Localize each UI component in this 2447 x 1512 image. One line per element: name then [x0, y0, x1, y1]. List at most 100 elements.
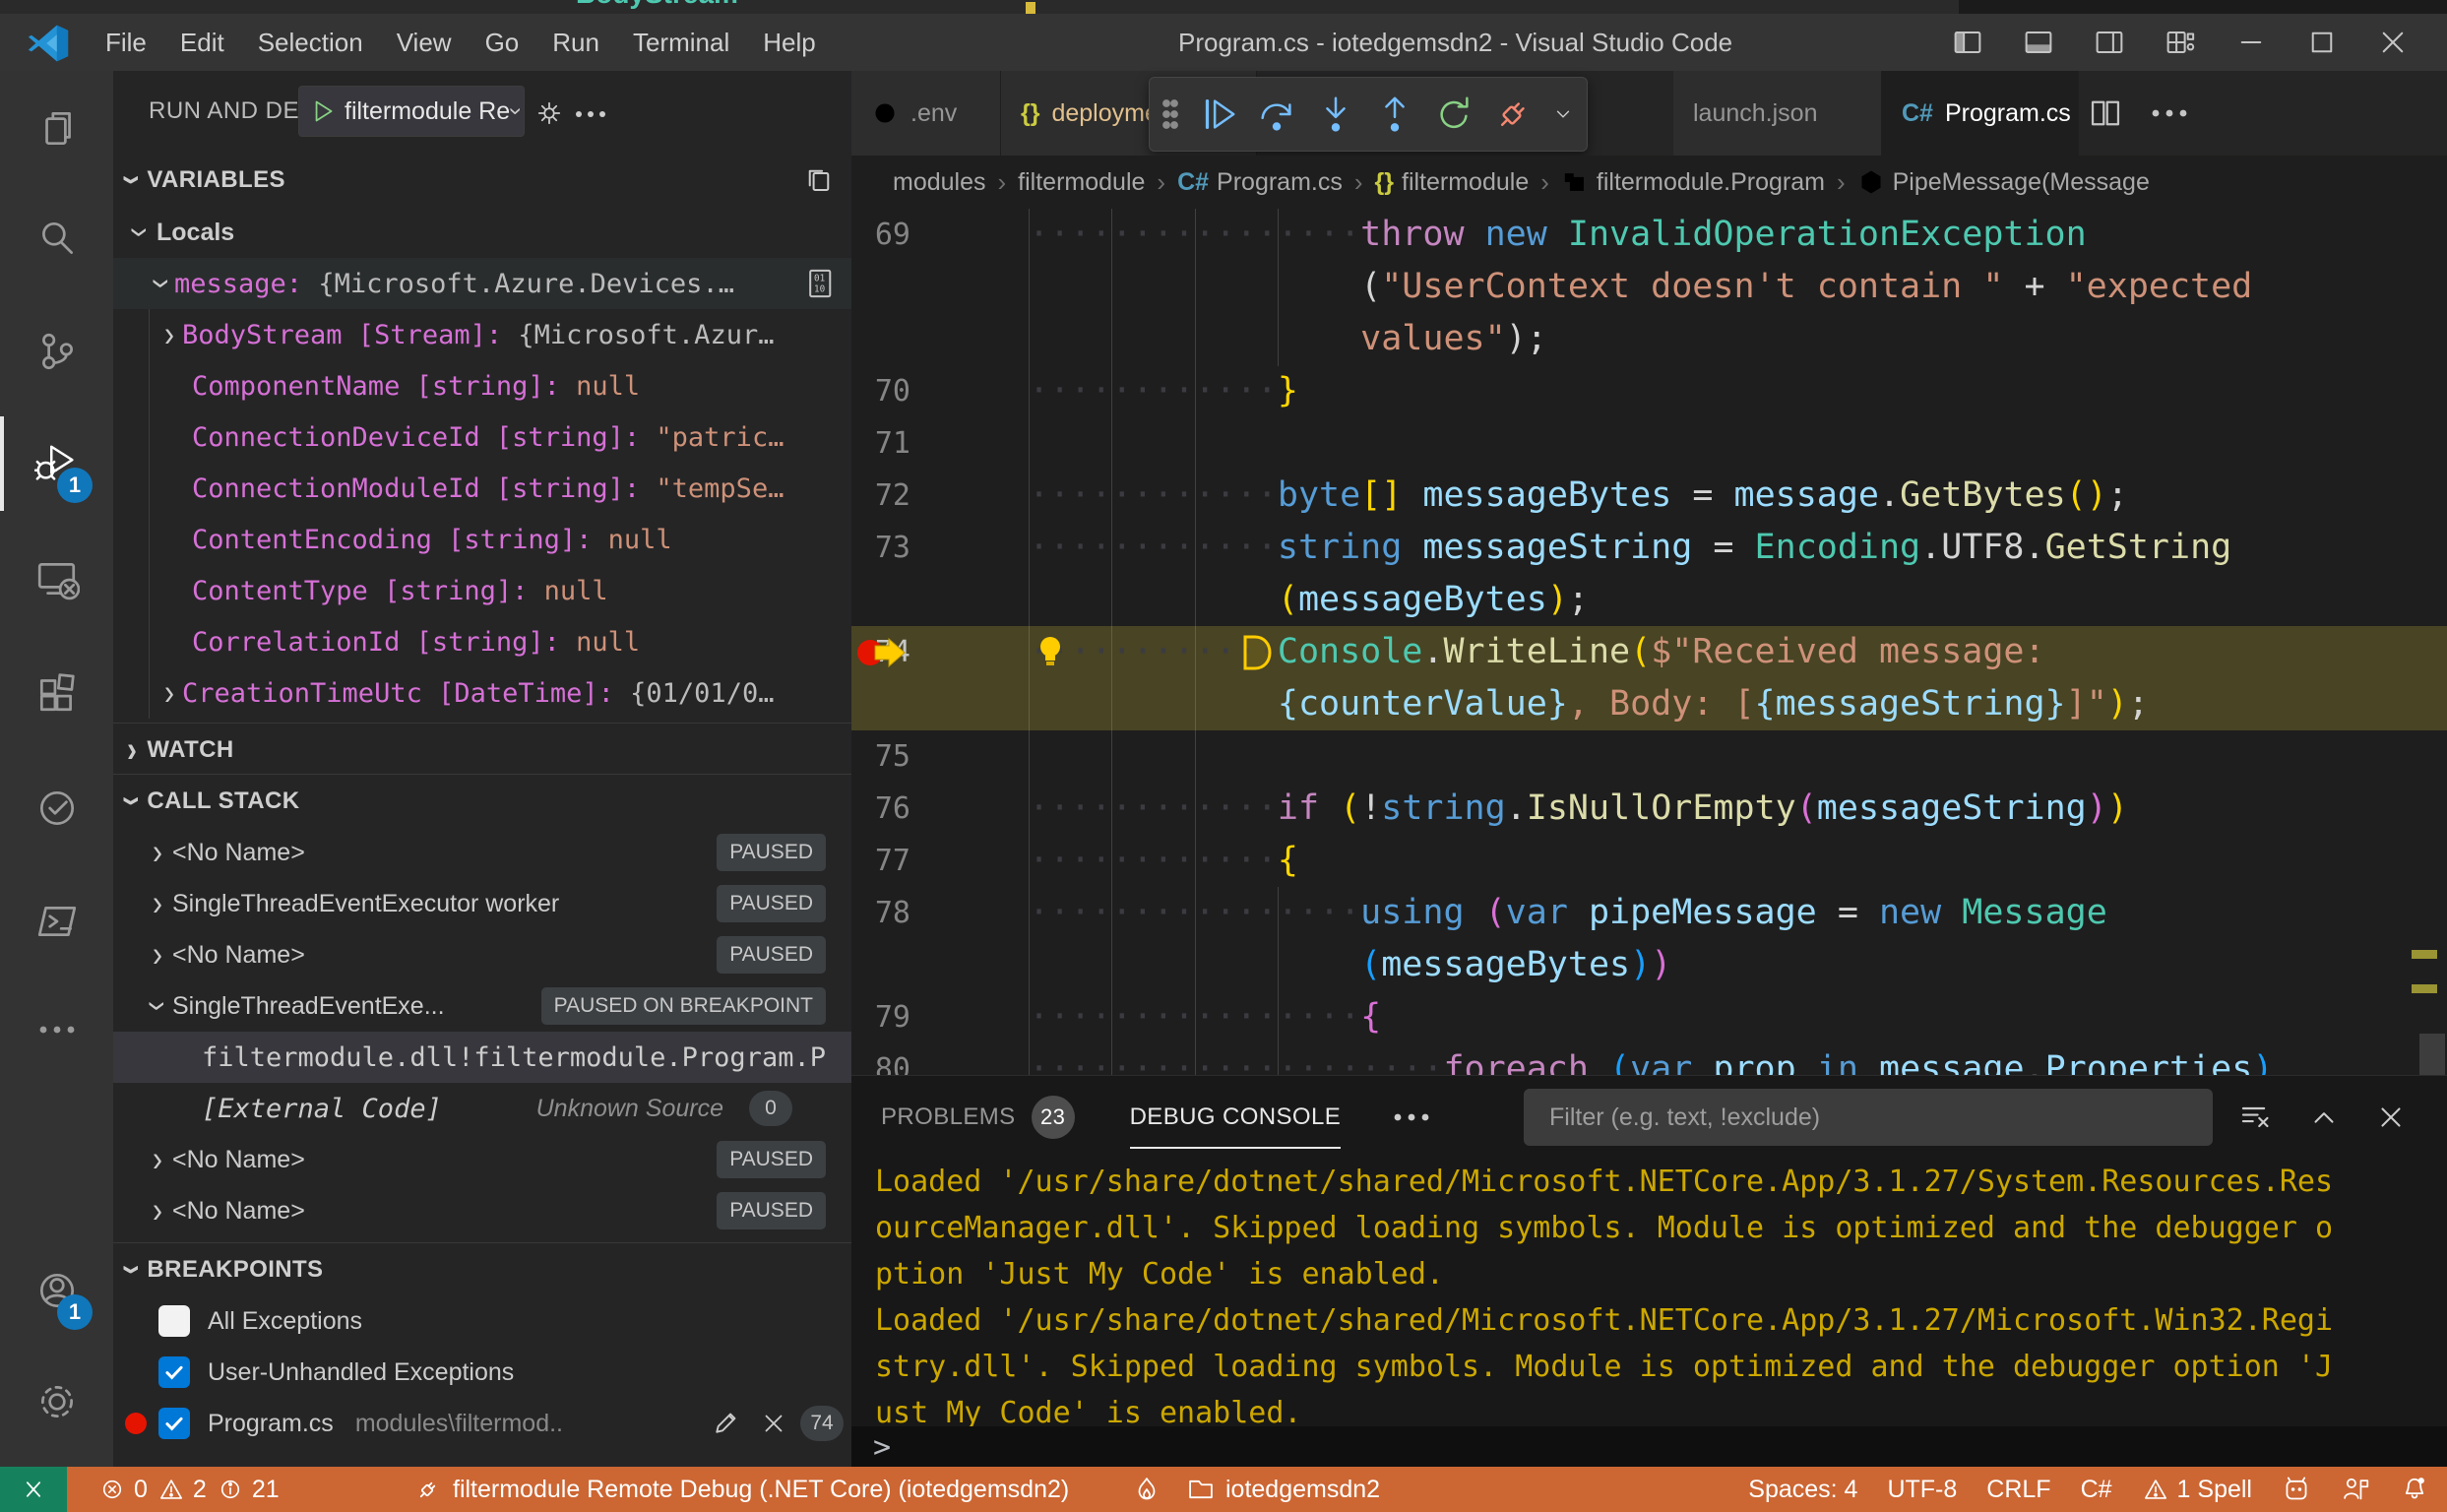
- breadcrumb-item[interactable]: filtermodule.Program: [1561, 168, 1825, 197]
- breadcrumb-item[interactable]: PipeMessage(Message: [1857, 168, 2150, 197]
- variable-row[interactable]: ›CreationTimeUtc [DateTime]: {01/01/0…: [113, 667, 851, 719]
- callstack-frame[interactable]: ›<No Name>PAUSED: [113, 929, 851, 980]
- split-editor-icon[interactable]: [2087, 94, 2124, 132]
- activitybar-settings-gear[interactable]: [0, 1353, 113, 1451]
- status-spaces-4[interactable]: Spaces: 4: [1748, 1476, 1857, 1504]
- status-spell-checker[interactable]: 1 Spell: [2142, 1476, 2252, 1504]
- step-out-button[interactable]: [1374, 94, 1415, 135]
- menu-selection[interactable]: Selection: [241, 14, 380, 71]
- toggle-sidebar-button[interactable]: [1937, 14, 1998, 71]
- remote-indicator[interactable]: [0, 1467, 67, 1512]
- activitybar-accounts[interactable]: 1: [0, 1241, 113, 1340]
- debug-options-chevron[interactable]: [1551, 102, 1575, 126]
- status-crlf[interactable]: CRLF: [1986, 1476, 2050, 1504]
- flame-status[interactable]: [1132, 1467, 1161, 1512]
- breakpoint-checkbox[interactable]: [158, 1356, 190, 1388]
- step-into-button[interactable]: [1315, 94, 1356, 135]
- launch-config-dropdown[interactable]: filtermodule Re ›: [298, 86, 525, 137]
- close-panel-icon[interactable]: [2374, 1101, 2408, 1134]
- activitybar-source-control[interactable]: [0, 302, 113, 401]
- section-call-stack[interactable]: ›CALL STACK: [113, 774, 851, 827]
- variables-scope-row[interactable]: ›Locals: [113, 207, 851, 258]
- callstack-frame[interactable]: ›SingleThreadEventExe...PAUSED ON BREAKP…: [113, 980, 851, 1032]
- customize-layout-button[interactable]: [2150, 14, 2211, 71]
- restart-button[interactable]: [1433, 94, 1474, 135]
- callstack-frame[interactable]: ›SingleThreadEventExecutor workerPAUSED: [113, 878, 851, 929]
- section-breakpoints[interactable]: ›BREAKPOINTS: [113, 1242, 851, 1295]
- variable-row[interactable]: ContentEncoding [string]: null: [113, 514, 851, 565]
- variable-row[interactable]: ›BodyStream [Stream]: {Microsoft.Azur…: [113, 309, 851, 360]
- breadcrumb[interactable]: modules›filtermodule›C#Program.cs›{}filt…: [851, 156, 2447, 209]
- section-variables[interactable]: ›VARIABLES: [113, 154, 851, 207]
- breakpoint-row[interactable]: All Exceptions: [113, 1295, 851, 1347]
- breakpoint-row[interactable]: User-Unhandled Exceptions: [113, 1347, 851, 1398]
- minimize-button[interactable]: [2221, 14, 2282, 71]
- continue-button[interactable]: [1197, 94, 1238, 135]
- panel-tab-debug-console[interactable]: DEBUG CONSOLE: [1130, 1076, 1342, 1159]
- callstack-frame[interactable]: filtermodule.dll!filtermodule.Program.P: [113, 1032, 851, 1083]
- panel-tab-problems[interactable]: PROBLEMS23: [881, 1076, 1075, 1159]
- status-utf-8[interactable]: UTF-8: [1887, 1476, 1957, 1504]
- activitybar-run-debug[interactable]: 1: [0, 414, 113, 513]
- step-over-button[interactable]: [1256, 94, 1297, 135]
- debug-console-output[interactable]: Loaded '/usr/share/dotnet/shared/Microso…: [875, 1159, 2430, 1436]
- callstack-frame[interactable]: ›<No Name>PAUSED: [113, 1185, 851, 1236]
- more-actions-icon[interactable]: [574, 106, 607, 122]
- more-actions-icon[interactable]: [2150, 106, 2189, 120]
- menu-terminal[interactable]: Terminal: [616, 14, 746, 71]
- variable-row[interactable]: ›message: {Microsoft.Azure.Devices.…0110: [113, 258, 851, 309]
- menu-run[interactable]: Run: [535, 14, 616, 71]
- notifications-bell-icon[interactable]: [2400, 1475, 2429, 1504]
- copy-value-icon[interactable]: [802, 163, 836, 197]
- activitybar-files[interactable]: [0, 79, 113, 177]
- menu-file[interactable]: File: [89, 14, 163, 71]
- callstack-frame[interactable]: ›<No Name>PAUSED: [113, 827, 851, 878]
- variable-row[interactable]: ContentType [string]: null: [113, 565, 851, 616]
- variable-row[interactable]: ConnectionModuleId [string]: "tempSe…: [113, 463, 851, 514]
- activitybar-testing[interactable]: [0, 759, 113, 857]
- start-debug-icon[interactable]: [307, 96, 337, 126]
- breakpoint-checkbox[interactable]: [158, 1408, 190, 1439]
- lightbulb-icon[interactable]: [1034, 634, 1067, 671]
- debug-gear-icon[interactable]: [534, 98, 564, 128]
- problems-status[interactable]: 0 2 21: [98, 1467, 280, 1512]
- feedback-icon[interactable]: [2341, 1475, 2370, 1504]
- section-watch[interactable]: ›WATCH: [113, 723, 851, 776]
- variable-row[interactable]: ComponentName [string]: null: [113, 360, 851, 411]
- activitybar-search[interactable]: [0, 190, 113, 288]
- callstack-frame[interactable]: ›<No Name>PAUSED: [113, 1134, 851, 1185]
- activitybar-terminal-box[interactable]: [0, 872, 113, 971]
- edit-breakpoint-icon[interactable]: [710, 1408, 741, 1439]
- tab--env[interactable]: .env: [851, 71, 1001, 156]
- remove-breakpoint-icon[interactable]: [759, 1409, 788, 1438]
- menu-view[interactable]: View: [380, 14, 469, 71]
- tab-launch-json[interactable]: launch.json: [1673, 71, 1882, 156]
- activitybar-remote-explorer[interactable]: [0, 530, 113, 628]
- clear-console-icon[interactable]: [2238, 1100, 2274, 1135]
- breadcrumb-item[interactable]: C#Program.cs: [1177, 168, 1343, 197]
- breadcrumb-item[interactable]: filtermodule: [1018, 168, 1145, 197]
- workspace-status[interactable]: iotedgemsdn2: [1186, 1467, 1380, 1512]
- debug-session-status[interactable]: filtermodule Remote Debug (.NET Core) (i…: [413, 1467, 1069, 1512]
- more-actions-icon[interactable]: [1392, 1110, 1431, 1124]
- menu-edit[interactable]: Edit: [163, 14, 241, 71]
- variable-row[interactable]: CorrelationId [string]: null: [113, 616, 851, 667]
- activitybar-more[interactable]: [0, 980, 113, 1079]
- tab-program-cs[interactable]: C#Program.cs✕: [1882, 71, 2079, 156]
- debug-console-input[interactable]: >: [851, 1426, 2447, 1468]
- editor-scrollbar[interactable]: [2419, 1034, 2445, 1079]
- menu-help[interactable]: Help: [746, 14, 832, 71]
- breakpoint-row[interactable]: Program.csmodules\filtermod...74: [113, 1398, 851, 1449]
- view-binary-icon[interactable]: 0110: [804, 267, 838, 300]
- pet-icon[interactable]: [2282, 1475, 2311, 1504]
- callstack-frame[interactable]: [External Code]Unknown Source0: [113, 1083, 851, 1134]
- menu-go[interactable]: Go: [469, 14, 536, 71]
- disconnect-button[interactable]: [1492, 94, 1534, 135]
- breadcrumb-item[interactable]: modules: [893, 168, 986, 197]
- maximize-panel-icon[interactable]: [2307, 1101, 2341, 1134]
- toggle-secondary-sidebar-button[interactable]: [2079, 14, 2140, 71]
- breakpoint-checkbox[interactable]: [158, 1305, 190, 1337]
- status-c-[interactable]: C#: [2081, 1476, 2112, 1504]
- maximize-button[interactable]: [2291, 14, 2353, 71]
- code-editor[interactable]: 69················throw new InvalidOpera…: [851, 209, 2447, 1079]
